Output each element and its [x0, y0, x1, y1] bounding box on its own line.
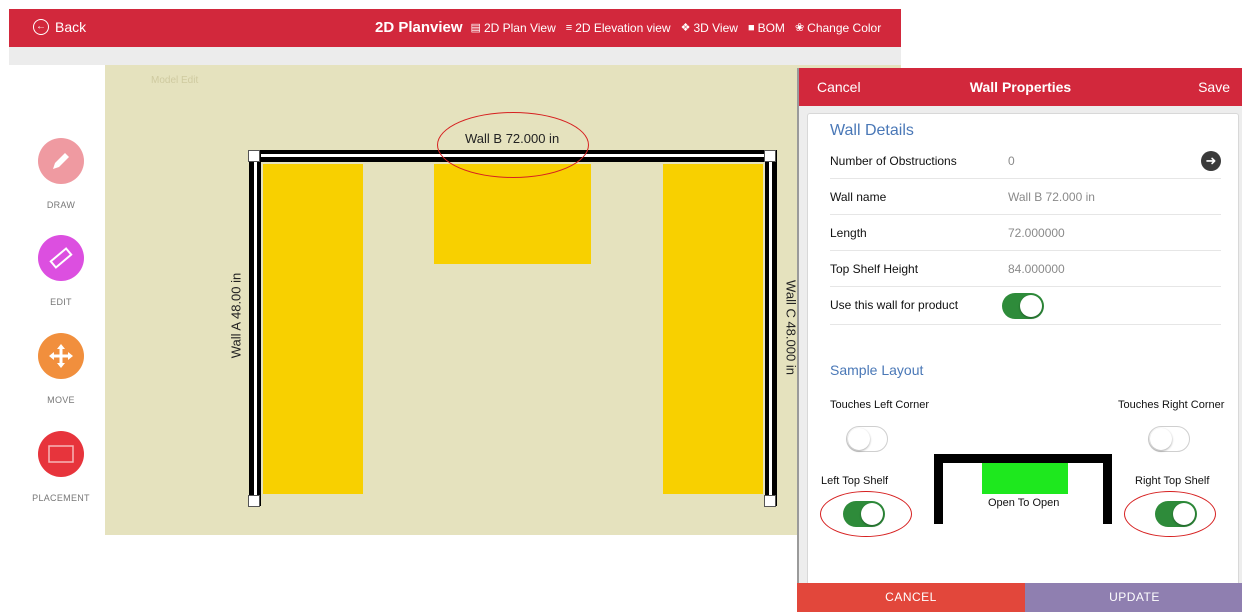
highlight-ellipse-left — [820, 491, 912, 537]
list-icon: ≡ — [565, 21, 573, 34]
document-icon: ■ — [747, 21, 755, 34]
draw-label: DRAW — [46, 200, 76, 210]
move-tool[interactable]: MOVE — [17, 333, 105, 405]
diagram-top-wall — [934, 454, 1112, 463]
update-button[interactable]: UPDATE — [1025, 583, 1242, 612]
use-wall-toggle[interactable] — [1002, 293, 1044, 319]
wall-name-row[interactable]: Wall name Wall B 72.000 in — [830, 179, 1221, 215]
nav-label: BOM — [757, 20, 785, 35]
row-label: Wall name — [830, 190, 887, 204]
corner-handle-top-left[interactable] — [248, 150, 260, 162]
diagram-shelf — [982, 463, 1068, 494]
touches-right-toggle[interactable] — [1148, 426, 1190, 452]
row-value: 0 — [1008, 154, 1015, 168]
wall-details-title: Wall Details — [830, 122, 914, 139]
back-button[interactable]: ← Back — [33, 19, 86, 35]
length-row[interactable]: Length 72.000000 — [830, 215, 1221, 251]
tool-sidebar: DRAW EDIT MOVE PLACEMENT — [17, 65, 105, 535]
diagram-left-wall — [934, 454, 943, 524]
obstructions-row[interactable]: Number of Obstructions 0 ➜ — [830, 143, 1221, 179]
left-top-shelf-label: Left Top Shelf — [821, 475, 889, 487]
cabinet-right[interactable] — [663, 164, 763, 494]
nav-3d-view[interactable]: ❖ 3D View — [681, 21, 738, 35]
diagram-right-wall — [1103, 454, 1112, 524]
wall-a[interactable] — [249, 150, 261, 506]
draw-tool[interactable]: DRAW — [17, 138, 105, 210]
palette-icon: ❀ — [794, 22, 805, 34]
wall-details-card: Wall Details Number of Obstructions 0 ➜ … — [807, 113, 1239, 591]
touches-left-toggle[interactable] — [846, 426, 888, 452]
plan-canvas[interactable]: Model Edit Wall B 72.000 in Wall A 48.00… — [105, 65, 901, 535]
edit-tool[interactable]: EDIT — [17, 235, 105, 307]
wall-c[interactable] — [765, 150, 777, 506]
toolbar-divider — [9, 47, 901, 65]
placement-label: PLACEMENT — [32, 493, 90, 503]
row-value[interactable]: Wall B 72.000 in — [1008, 190, 1095, 204]
arrow-right-circle-icon[interactable]: ➜ — [1201, 151, 1221, 171]
row-label: Top Shelf Height — [830, 262, 919, 276]
panel-title: Wall Properties — [969, 79, 1072, 95]
edit-label: EDIT — [50, 297, 72, 307]
highlight-ellipse-right — [1124, 491, 1216, 537]
row-label: Use this wall for product — [830, 298, 959, 312]
nav-2d-elevation-view[interactable]: ≡ 2D Elevation view — [566, 21, 671, 35]
corner-handle-top-right[interactable] — [764, 150, 776, 162]
header-cancel-button[interactable]: Cancel — [817, 79, 861, 95]
cabinet-left[interactable] — [263, 164, 363, 494]
nav-change-color[interactable]: ❀ Change Color — [795, 21, 881, 35]
cancel-button[interactable]: CANCEL — [797, 583, 1025, 612]
title-row: 2D Planview ▤ 2D Plan View ≡ 2D Elevatio… — [375, 19, 891, 36]
back-label: Back — [55, 19, 87, 35]
top-navigation-bar: ← Back 2D Planview ▤ 2D Plan View ≡ 2D E… — [9, 9, 901, 47]
nav-bom[interactable]: ■ BOM — [748, 21, 785, 35]
touches-left-label: Touches Left Corner — [830, 399, 930, 411]
row-label: Number of Obstructions — [830, 154, 957, 168]
move-arrows-icon — [38, 333, 84, 379]
row-value[interactable]: 84.000000 — [1008, 262, 1065, 276]
use-wall-row: Use this wall for product — [830, 287, 1221, 325]
placement-icon — [38, 431, 84, 477]
diagram-label: Open To Open — [988, 497, 1060, 509]
ruler-icon — [38, 235, 84, 281]
plan-icon: ▤ — [470, 22, 481, 34]
corner-handle-bottom-right[interactable] — [764, 495, 776, 507]
row-label: Length — [830, 226, 867, 240]
move-label: MOVE — [47, 395, 75, 405]
nav-label: 2D Elevation view — [575, 20, 671, 35]
nav-2d-plan-view[interactable]: ▤ 2D Plan View — [471, 21, 556, 35]
page-title: 2D Planview — [375, 19, 463, 36]
right-top-shelf-label: Right Top Shelf — [1135, 475, 1210, 487]
highlight-ellipse — [437, 112, 589, 178]
cube-icon: ❖ — [680, 22, 691, 34]
top-shelf-height-row[interactable]: Top Shelf Height 84.000000 — [830, 251, 1221, 287]
nav-label: Change Color — [807, 20, 882, 35]
arrow-left-circle-icon: ← — [33, 19, 49, 35]
nav-label: 2D Plan View — [483, 20, 556, 35]
header-save-button[interactable]: Save — [1198, 79, 1230, 95]
corner-handle-bottom-left[interactable] — [248, 495, 260, 507]
cabinet-top[interactable] — [434, 164, 591, 264]
sample-layout-title: Sample Layout — [830, 362, 924, 378]
mode-label: Model Edit — [151, 75, 199, 86]
wall-a-label: Wall A 48.00 in — [228, 272, 244, 359]
placement-tool[interactable]: PLACEMENT — [17, 431, 105, 503]
touches-right-label: Touches Right Corner — [1118, 399, 1225, 411]
wall-properties-panel: Cancel Wall Properties Save Wall Details… — [797, 68, 1242, 612]
nav-label: 3D View — [693, 20, 738, 35]
panel-header: Cancel Wall Properties Save — [799, 68, 1242, 106]
row-value[interactable]: 72.000000 — [1008, 226, 1065, 240]
pencil-icon — [38, 138, 84, 184]
